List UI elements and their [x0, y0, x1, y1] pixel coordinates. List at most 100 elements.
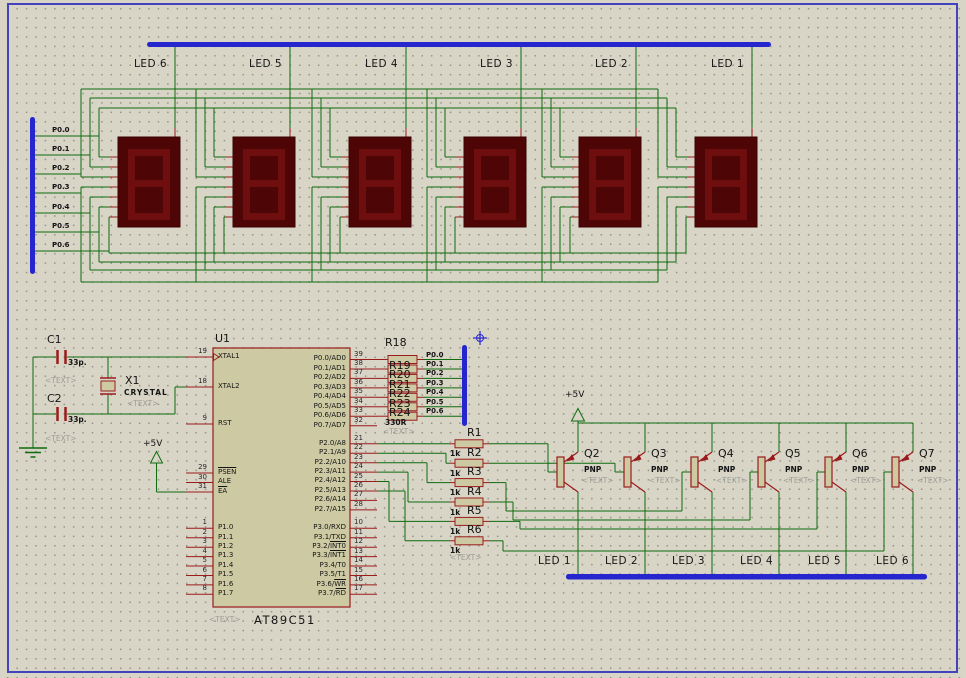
display-label: LED 4 [365, 59, 398, 70]
base-resistor-value: 1k [450, 528, 460, 536]
transistor-base-bar[interactable] [691, 457, 698, 487]
pin-name-text: P0.3/AD3 [314, 383, 346, 391]
pin-number: 26 [354, 482, 363, 489]
collector[interactable] [631, 482, 645, 492]
transistor-ref: Q3 [651, 448, 667, 460]
collector[interactable] [899, 482, 913, 492]
pin-number: 7 [185, 576, 207, 583]
pack-port-label: P0.6 [426, 408, 444, 415]
display-label: LED 1 [711, 59, 744, 70]
resistor-pack-value-label: 330R [385, 419, 406, 427]
pin-name-text: P2.1/A9 [319, 448, 346, 456]
collector[interactable] [832, 482, 846, 492]
transistor-base-bar[interactable] [758, 457, 765, 487]
base-resistor-value: 1k [450, 450, 460, 458]
pin-number: 29 [185, 464, 207, 471]
pin-name: P2.3/A11 [226, 468, 346, 475]
base-resistor-ref: R1 [467, 427, 482, 439]
wire-layer[interactable] [19, 47, 913, 594]
pin-name-text: P2.4/A12 [315, 476, 346, 484]
pin-number: 31 [185, 483, 207, 490]
pin-name-overlined-text: INT1 [330, 551, 346, 559]
pin-name-text: P0.0/AD0 [314, 354, 346, 362]
pin-name: P3.1/TXD [226, 534, 346, 541]
pin-number: 1 [185, 519, 207, 526]
crystal-value-label: CRYSTAL [124, 389, 168, 397]
channel-label: LED 6 [876, 556, 909, 567]
pack-port-label: P0.1 [426, 361, 444, 368]
cap1-ref-label: C1 [47, 334, 62, 346]
cap2-ref-label: C2 [47, 393, 62, 405]
transistor-text-placeholder: <TEXT> [716, 477, 747, 485]
base-resistor-ref: R4 [467, 486, 482, 498]
display-segment [589, 180, 631, 187]
pin-number: 30 [185, 474, 207, 481]
vcc-arrow-icon[interactable] [151, 452, 163, 464]
pin-name-text: P0.2/AD2 [314, 373, 346, 381]
pin-number: 8 [185, 585, 207, 592]
pin-name-overlined-text: INT0 [330, 542, 346, 550]
pin-number: 14 [354, 557, 363, 564]
pin-name: P0.6/AD6 [226, 412, 346, 419]
base-resistor-value: 1k [450, 489, 460, 497]
collector[interactable] [698, 482, 712, 492]
pin-name-overlined-text: RD [336, 589, 346, 597]
vcc-label-rail: +5V [565, 391, 584, 400]
display-label: LED 6 [134, 59, 167, 70]
pin-number: 32 [354, 417, 363, 424]
bus-layer[interactable] [473, 331, 487, 345]
display-segment [243, 180, 285, 187]
collector[interactable] [765, 482, 779, 492]
pin-number: 36 [354, 379, 363, 386]
pin-number: 15 [354, 567, 363, 574]
transistor-base-bar[interactable] [825, 457, 832, 487]
bottom-horizontal-bus[interactable] [566, 574, 927, 580]
transistor-type: PNP [584, 466, 601, 474]
left-vertical-bus[interactable] [30, 117, 35, 274]
pin-name-text: P2.6/A14 [315, 495, 346, 503]
display-segment [128, 180, 170, 187]
base-resistor-ref: R5 [467, 505, 482, 517]
pin-number: 35 [354, 388, 363, 395]
transistor-ref: Q4 [718, 448, 734, 460]
pin-name: P0.2/AD2 [226, 374, 346, 381]
transistor-base-bar[interactable] [624, 457, 631, 487]
top-horizontal-bus[interactable] [147, 42, 771, 47]
transistor-text-placeholder: <TEXT> [850, 477, 881, 485]
transistor-ref: Q6 [852, 448, 868, 460]
crystal-body[interactable] [101, 381, 115, 391]
pin-name: P3.0/RXD [226, 524, 346, 531]
pin-name-text: P0.6/AD6 [314, 411, 346, 419]
pack-port-label: P0.4 [426, 389, 444, 396]
pin-number: 19 [185, 348, 207, 355]
pin-number: 18 [185, 378, 207, 385]
cap1-value-label: 33p. [68, 359, 87, 367]
pin-number: 6 [185, 567, 207, 574]
transistor-base-bar[interactable] [557, 457, 564, 487]
vcc-arrow-icon[interactable] [572, 409, 585, 422]
pin-name: P3.4/T0 [226, 562, 346, 569]
base-resistor[interactable] [455, 537, 483, 545]
transistor-type: PNP [785, 466, 802, 474]
pin-name-text: P0.5/AD5 [314, 402, 346, 410]
pin-name: P3.6/WR [226, 581, 346, 588]
display-label: LED 3 [480, 59, 513, 70]
pin-name: P2.5/A13 [226, 487, 346, 494]
pack-output-bus[interactable] [462, 345, 467, 426]
transistor-base-bar[interactable] [892, 457, 899, 487]
transistor-type: PNP [919, 466, 936, 474]
pin-name-text: P2.3/A11 [315, 467, 346, 475]
display-segment [359, 180, 401, 187]
component-layer[interactable] [30, 42, 927, 607]
pin-name: P0.3/AD3 [226, 384, 346, 391]
pin-name: P0.7/AD7 [226, 422, 346, 429]
pin-name: P2.2/A10 [226, 459, 346, 466]
pack-resistor-ref: R24 [389, 407, 411, 419]
base-resistor-value: 1k [450, 547, 460, 555]
pin-number: 5 [185, 557, 207, 564]
pin-name-overlined-text: WR [334, 580, 346, 588]
collector[interactable] [564, 482, 578, 492]
pin-number: 13 [354, 548, 363, 555]
schematic-canvas[interactable]: U1 AT89C51 <TEXT> C1 33p. <TEXT> C2 33p.… [0, 0, 966, 678]
pack-port-label: P0.0 [426, 352, 444, 359]
